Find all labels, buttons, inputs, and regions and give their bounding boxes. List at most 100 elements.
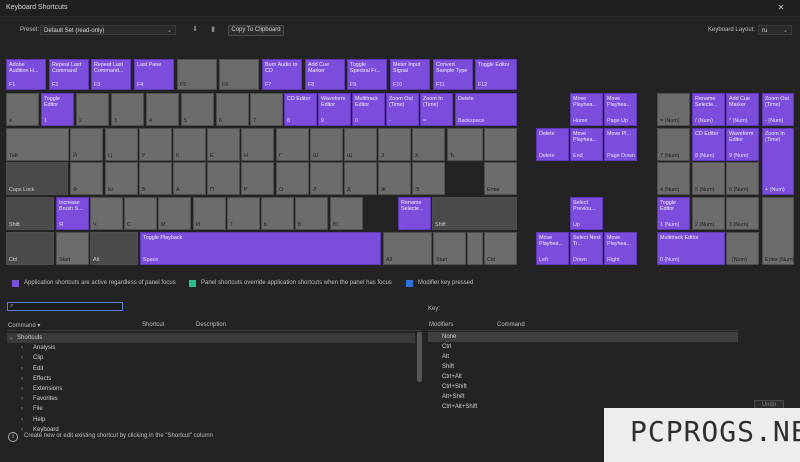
key-k8[interactable]: CD Editor 8	[284, 93, 317, 126]
key-k2[interactable]: 2	[76, 93, 109, 126]
key-end[interactable]: Move Playhea... End	[570, 128, 603, 161]
key-lwin[interactable]: Start	[56, 232, 89, 265]
key-num8[interactable]: CD Editor 8 (Num)	[692, 128, 725, 161]
chevron-right-icon[interactable]: ›	[21, 415, 23, 425]
tree-row[interactable]: › Help	[7, 415, 415, 425]
key-del[interactable]: Delete Delete	[536, 128, 569, 161]
chevron-right-icon[interactable]: ›	[21, 425, 23, 435]
key-u[interactable]: Г	[276, 128, 309, 161]
chevron-right-icon[interactable]: ›	[21, 404, 23, 414]
key-k7[interactable]: 7	[250, 93, 283, 126]
key-ins[interactable]: Move Playhea... Home	[570, 93, 603, 126]
key-ralt[interactable]: Alt	[383, 232, 432, 265]
key-keq[interactable]: Zoom In (Time) =	[420, 93, 453, 126]
key-f8[interactable]: Add Cue Marker F8	[305, 59, 345, 90]
key-r[interactable]: К	[173, 128, 206, 161]
keyboard-layout-select[interactable]: ru ⌄	[758, 25, 792, 35]
key-right[interactable]: Move Playhea... Right	[604, 232, 637, 265]
key-f10[interactable]: Meter Input Signal F10	[390, 59, 430, 90]
key-p[interactable]: З	[378, 128, 411, 161]
key-lctrl[interactable]: Ctrl	[6, 232, 54, 265]
modifier-row[interactable]: Ctrl+Alt	[428, 372, 738, 382]
download-icon[interactable]: ⬇	[190, 25, 200, 35]
key-k9[interactable]: Waveform Editor 9	[318, 93, 351, 126]
key-n[interactable]: Т	[227, 197, 260, 230]
key-m[interactable]: Ь	[261, 197, 294, 230]
modifier-row[interactable]: None	[428, 332, 738, 342]
copy-to-clipboard-button[interactable]: Copy To Clipboard	[228, 25, 284, 36]
key-rb[interactable]: Ъ	[447, 128, 483, 161]
key-z[interactable]: Increase Brush S... Я	[56, 197, 89, 230]
key-left[interactable]: Move Playhea... Left	[536, 232, 569, 265]
key-up[interactable]: Select Previou... Up	[570, 197, 603, 230]
key-num1[interactable]: Toggle Editor 1 (Num)	[657, 197, 690, 230]
key-enter[interactable]: Enter	[484, 162, 517, 195]
key-g[interactable]: П	[207, 162, 240, 195]
key-f9[interactable]: Toggle Spectral Fr... F9	[347, 59, 387, 90]
key-num6[interactable]: 6 (Num)	[726, 162, 759, 195]
key-f11[interactable]: Convert Sample Type F11	[433, 59, 473, 90]
key-k0[interactable]: Multitrack Editor 0	[352, 93, 385, 126]
key-f2[interactable]: Repeat Last Command F2	[49, 59, 89, 90]
key-caps[interactable]: Caps Lock	[6, 162, 68, 195]
key-lshift[interactable]: Shift	[6, 197, 54, 230]
key-f[interactable]: А	[173, 162, 206, 195]
key-w[interactable]: Ц	[105, 128, 138, 161]
key-tilde[interactable]: ё	[6, 93, 39, 126]
key-cc[interactable]: С	[124, 197, 157, 230]
key-v[interactable]: М	[158, 197, 191, 230]
key-numenter[interactable]: Enter (Num)	[762, 197, 794, 265]
key-o[interactable]: Щ	[344, 128, 377, 161]
chevron-right-icon[interactable]: ›	[21, 353, 23, 363]
chevron-down-icon[interactable]: ⌄	[9, 333, 14, 343]
key-numdiv[interactable]: Rename Selecte... / (Num)	[692, 93, 725, 126]
tree-row[interactable]: › Clip	[7, 353, 415, 363]
key-pgup[interactable]: Move Playhea... Page Up	[604, 93, 637, 126]
key-tab[interactable]: Tab	[6, 128, 69, 161]
key-num7[interactable]: 7 (Num)	[657, 128, 690, 161]
key-num2[interactable]: 2 (Num)	[692, 197, 725, 230]
chevron-right-icon[interactable]: ›	[21, 394, 23, 404]
key-k6[interactable]: 6	[216, 93, 249, 126]
key-num4[interactable]: 4 (Num)	[657, 162, 690, 195]
tree-row[interactable]: › File	[7, 404, 415, 414]
shortcut-column-header[interactable]: Shortcut	[142, 322, 164, 328]
key-kbs[interactable]: Delete Backspace	[455, 93, 517, 126]
key-space[interactable]: Toggle Playback Space	[140, 232, 381, 265]
search-input[interactable]: ⌕	[7, 302, 123, 311]
close-icon[interactable]: ✕	[774, 2, 788, 13]
key-lb[interactable]: Х	[412, 128, 445, 161]
key-f4[interactable]: Last Pane F4	[134, 59, 174, 90]
chevron-right-icon[interactable]: ›	[21, 384, 23, 394]
chevron-right-icon[interactable]: ›	[21, 374, 23, 384]
chevron-right-icon[interactable]: ›	[21, 364, 23, 374]
key-f5[interactable]: F5	[177, 59, 217, 90]
key-numsub[interactable]: Zoom Out (Time) - (Num)	[762, 93, 794, 126]
tree-row[interactable]: › Analysis	[7, 343, 415, 353]
key-e[interactable]: У	[139, 128, 172, 161]
key-comma[interactable]: Б	[295, 197, 328, 230]
key-k5[interactable]: 5	[181, 93, 214, 126]
key-num3[interactable]: 3 (Num)	[726, 197, 759, 230]
key-l[interactable]: Д	[344, 162, 377, 195]
key-f1[interactable]: Adobe Audition H... F1	[6, 59, 46, 90]
key-rctrl[interactable]: Ctrl	[484, 232, 517, 265]
key-down[interactable]: Select Next Tr... Down	[570, 232, 603, 265]
modifier-row[interactable]: Ctrl+Shift	[428, 382, 738, 392]
key-numdot[interactable]: . (Num)	[726, 232, 759, 265]
key-rshift[interactable]: Shift	[432, 197, 517, 230]
key-kminus[interactable]: Zoom Out (Time) -	[386, 93, 419, 126]
key-num5[interactable]: 5 (Num)	[692, 162, 725, 195]
chevron-right-icon[interactable]: ›	[21, 343, 23, 353]
key-lalt[interactable]: Alt	[90, 232, 138, 265]
key-semi[interactable]: Ж	[378, 162, 411, 195]
key-numadd[interactable]: Zoom In (Time) + (Num)	[762, 128, 794, 195]
preset-select[interactable]: Default Set (read-only) ⌄	[40, 25, 176, 35]
key-h[interactable]: Р	[241, 162, 274, 195]
key-bb[interactable]: И	[193, 197, 226, 230]
description-column-header[interactable]: Description	[196, 322, 226, 328]
key-x[interactable]: Ч	[90, 197, 123, 230]
key-menu[interactable]	[467, 232, 483, 265]
key-bsl[interactable]	[484, 128, 517, 161]
key-num9[interactable]: Waveform Editor 9 (Num)	[726, 128, 759, 161]
